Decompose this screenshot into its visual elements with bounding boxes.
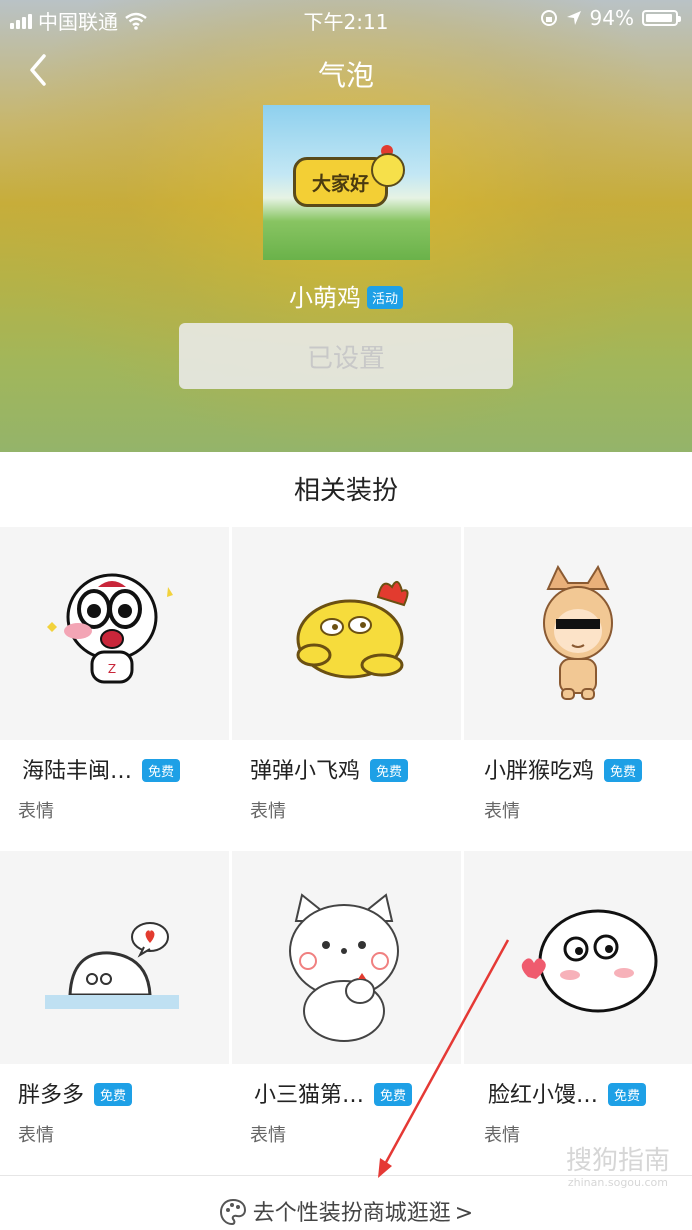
annotation-arrow-icon	[378, 939, 510, 1178]
